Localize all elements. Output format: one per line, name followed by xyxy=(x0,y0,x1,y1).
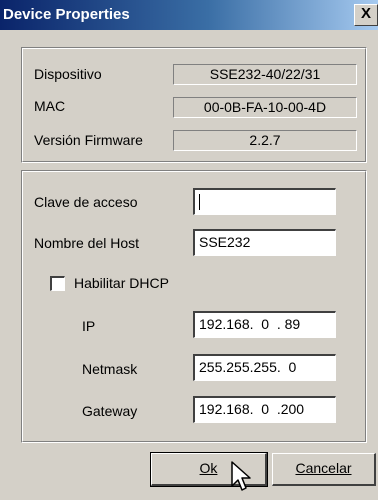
text-caret xyxy=(199,194,200,211)
gateway-input[interactable]: 192.168. 0 .200 xyxy=(193,396,336,423)
dhcp-checkbox[interactable] xyxy=(50,276,65,291)
password-label: Clave de acceso xyxy=(34,194,138,210)
device-value: SSE232-40/22/31 xyxy=(173,64,357,85)
firmware-value: 2.2.7 xyxy=(173,130,357,151)
dhcp-label[interactable]: Habilitar DHCP xyxy=(74,275,169,291)
netmask-input[interactable]: 255.255.255. 0 xyxy=(193,354,336,381)
ip-input[interactable]: 192.168. 0 . 89 xyxy=(193,311,336,338)
mac-value: 00-0B-FA-10-00-4D xyxy=(173,97,357,118)
ip-label: IP xyxy=(82,318,96,334)
firmware-label: Versión Firmware xyxy=(34,132,143,148)
hostname-label: Nombre del Host xyxy=(34,235,140,251)
device-properties-dialog: Device Properties X Dispositivo SSE232-4… xyxy=(0,0,378,500)
gateway-label: Gateway xyxy=(82,403,138,419)
ok-label: Ok xyxy=(199,460,218,476)
mouse-pointer-icon xyxy=(231,461,251,491)
close-button[interactable]: X xyxy=(354,4,378,26)
hostname-input[interactable]: SSE232 xyxy=(193,229,336,256)
mac-label: MAC xyxy=(34,98,66,114)
cancel-label: Cancelar xyxy=(295,460,352,476)
title-bar[interactable]: Device Properties X xyxy=(0,0,378,30)
close-icon: X xyxy=(361,5,372,22)
netmask-label: Netmask xyxy=(82,361,138,377)
window-title: Device Properties xyxy=(3,6,130,23)
password-input[interactable] xyxy=(193,188,336,215)
device-label: Dispositivo xyxy=(34,66,102,82)
cancel-button[interactable]: Cancelar xyxy=(272,453,376,486)
